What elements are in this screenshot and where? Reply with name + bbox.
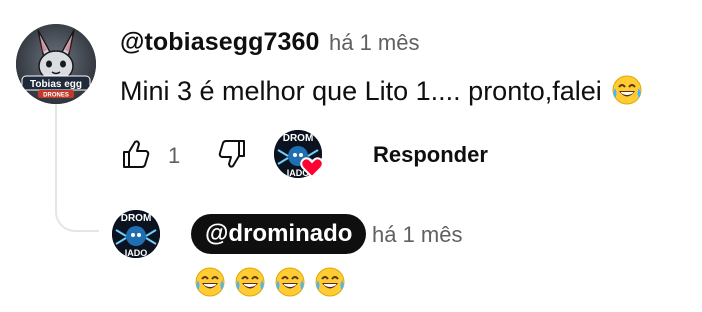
like-count: 1 — [168, 143, 181, 168]
comment-body: Mini 3 é melhor que Lito 1.... pronto,fa… — [120, 76, 602, 106]
reply-avatar[interactable]: DROM IADO — [112, 210, 160, 258]
comment-timestamp[interactable]: há 1 mês — [329, 30, 420, 56]
drominado-avatar-icon: DROM IADO — [112, 210, 160, 258]
dislike-button[interactable] — [212, 134, 252, 174]
svg-text:DROM: DROM — [283, 133, 314, 144]
reply-avatar-label-top: DROM — [121, 213, 152, 224]
reply-author: @drominado — [205, 220, 353, 247]
heart-icon — [300, 156, 324, 179]
like-button[interactable] — [116, 134, 156, 174]
thumbs-down-icon — [218, 140, 245, 168]
tears-of-joy-emoji — [612, 75, 642, 105]
tears-of-joy-emoji — [315, 267, 345, 297]
reply-author-chip[interactable]: @drominado — [191, 214, 367, 254]
reply-emojis — [194, 266, 346, 298]
tears-of-joy-emoji — [195, 267, 225, 297]
reply-timestamp[interactable]: há 1 mês — [372, 222, 463, 248]
comment-author[interactable]: @tobiasegg7360 — [120, 28, 319, 57]
avatar-label-bottom: DRONES — [43, 93, 69, 99]
reply-avatar-label-bottom: IADO — [125, 248, 148, 258]
thumbs-up-icon — [123, 140, 150, 168]
rabbit-avatar-icon: Tobias egg DRONES — [16, 24, 96, 104]
avatar[interactable]: Tobias egg DRONES — [16, 24, 96, 104]
tears-of-joy-emoji — [275, 267, 305, 297]
thread-connector — [55, 196, 99, 232]
reply-button[interactable]: Responder — [373, 142, 488, 168]
tears-of-joy-emoji — [235, 267, 265, 297]
comment-text: Mini 3 é melhor que Lito 1.... pronto,fa… — [120, 74, 643, 107]
avatar-label-top: Tobias egg — [30, 79, 82, 90]
